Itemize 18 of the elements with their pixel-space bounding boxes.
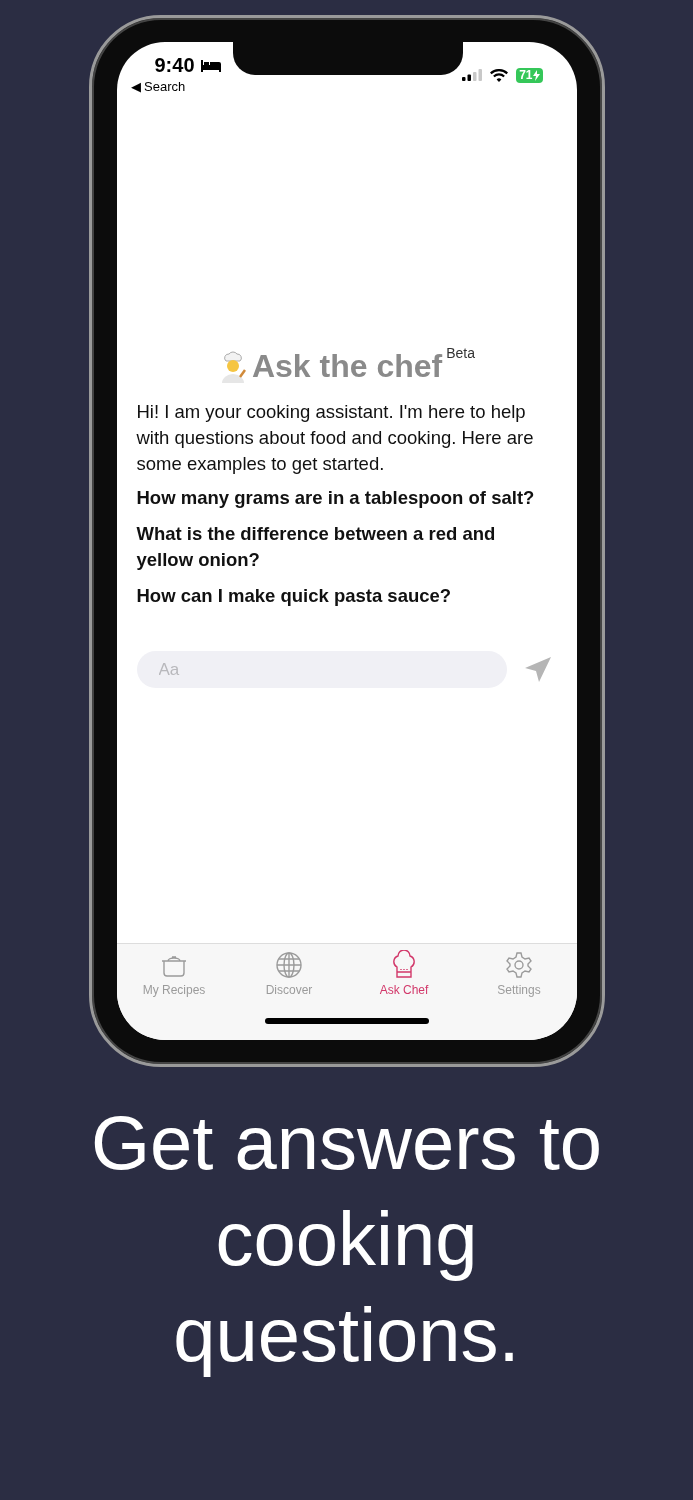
message-field[interactable]: Aa bbox=[136, 651, 507, 688]
bed-icon bbox=[200, 59, 221, 72]
back-link[interactable]: ◀ Search bbox=[130, 79, 221, 94]
globe-icon bbox=[274, 950, 304, 980]
battery-icon: 71 bbox=[516, 67, 543, 83]
intro-text: Hi! I am your cooking assistant. I'm here to help with questions about food and cooking. Here are some examples to get started. bbox=[136, 400, 535, 476]
caption: Get answers to cooking questions. bbox=[89, 1099, 604, 1379]
example-question[interactable]: How can I make quick pasta sauce? bbox=[136, 583, 557, 609]
wifi-icon bbox=[490, 68, 509, 82]
bolt-icon bbox=[532, 69, 540, 81]
example-question[interactable]: What is the difference between a red and yellow onion? bbox=[136, 521, 557, 573]
status-time: 9:40 bbox=[154, 54, 195, 77]
signal-icon bbox=[462, 69, 483, 81]
tab[interactable]: Ask Chef bbox=[346, 950, 462, 997]
page-title: Ask the chef bbox=[251, 349, 443, 383]
settings-icon bbox=[504, 950, 534, 980]
example-question[interactable]: How many grams are in a tablespoon of salt? bbox=[136, 485, 557, 511]
beta-label: Beta bbox=[446, 345, 476, 361]
